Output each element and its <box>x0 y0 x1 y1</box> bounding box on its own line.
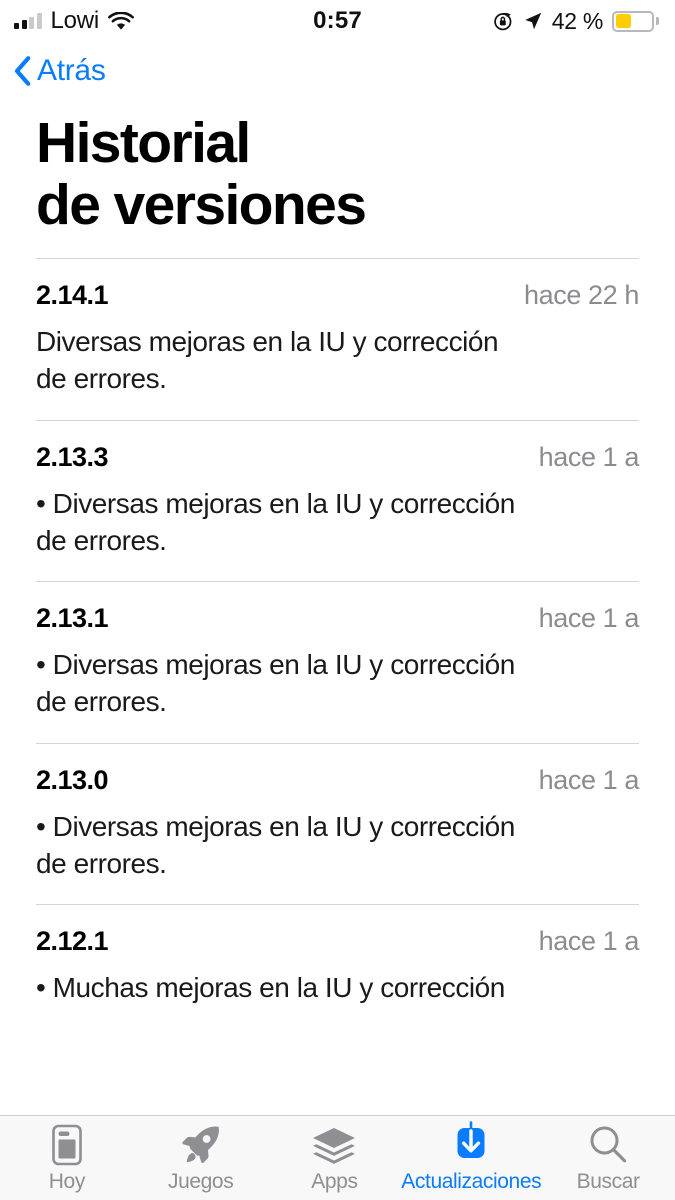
version-number: 2.14.1 <box>36 280 109 311</box>
rocket-icon <box>178 1123 224 1167</box>
battery-percent-label: 42 % <box>551 7 604 34</box>
version-history-scroll[interactable]: Historial de versiones 2.14.1 hace 22 h … <box>0 100 675 1115</box>
tab-label-juegos: Juegos <box>167 1170 234 1193</box>
status-bar-clock: 0:57 <box>313 7 362 34</box>
version-notes: • Muchas mejoras en la IU y corrección <box>36 971 505 1003</box>
version-timestamp: hace 1 a <box>538 925 640 956</box>
version-entry: 2.13.3 hace 1 a • Diversas mejoras en la… <box>36 421 639 581</box>
version-number: 2.13.1 <box>36 603 109 634</box>
wifi-icon <box>108 11 134 30</box>
tab-actualizaciones[interactable]: Actualizaciones <box>401 1116 542 1193</box>
search-icon <box>585 1123 631 1167</box>
version-number: 2.12.1 <box>36 925 109 956</box>
page-title: Historial de versiones <box>36 100 639 258</box>
battery-fill <box>615 14 631 28</box>
version-entry: 2.13.0 hace 1 a • Diversas mejoras en la… <box>36 744 639 904</box>
version-entry-header: 2.14.1 hace 22 h <box>36 280 639 311</box>
layers-stack-icon <box>310 1123 358 1167</box>
tab-apps[interactable]: Apps <box>268 1116 402 1192</box>
version-timestamp: hace 1 a <box>538 441 640 472</box>
battery-icon <box>612 10 659 32</box>
version-entry-header: 2.13.0 hace 1 a <box>36 765 639 796</box>
cellular-signal-icon <box>14 13 42 29</box>
tab-buscar[interactable]: Buscar <box>541 1116 675 1192</box>
navigation-bar: Atrás <box>0 42 675 100</box>
version-notes: Diversas mejoras en la IU y corrección d… <box>36 326 499 395</box>
status-bar: Lowi 0:57 42 % <box>0 0 675 42</box>
tab-hoy[interactable]: Hoy <box>0 1116 134 1192</box>
page-title-line-2: de versiones <box>36 172 367 237</box>
version-number: 2.13.0 <box>36 764 109 795</box>
version-entry: 2.12.1 hace 1 a • Muchas mejoras en la I… <box>36 905 639 1028</box>
version-timestamp: hace 1 a <box>538 764 640 795</box>
back-button-label: Atrás <box>37 54 106 87</box>
location-arrow-icon <box>524 12 541 30</box>
download-arrow-icon <box>448 1121 494 1167</box>
version-entry-header: 2.13.1 hace 1 a <box>36 603 639 634</box>
status-bar-left: Lowi <box>14 7 134 35</box>
version-timestamp: hace 1 a <box>538 603 640 634</box>
version-notes: • Diversas mejoras en la IU y corrección… <box>36 487 515 556</box>
carrier-label: Lowi <box>50 7 100 34</box>
version-timestamp: hace 22 h <box>524 280 639 311</box>
page-title-line-1: Historial <box>36 111 251 175</box>
tab-label-buscar: Buscar <box>576 1170 640 1193</box>
version-entry: 2.14.1 hace 22 h Diversas mejoras en la … <box>36 259 639 419</box>
app-screen: Lowi 0:57 42 % Atrás Historial de versio… <box>0 0 675 1200</box>
tab-label-actualizaciones: Actualizaciones <box>401 1170 542 1193</box>
rotation-lock-icon <box>494 12 512 30</box>
version-entry-header: 2.12.1 hace 1 a <box>36 926 639 957</box>
tab-label-apps: Apps <box>311 1170 358 1193</box>
status-bar-right: 42 % <box>493 8 659 35</box>
version-number: 2.13.3 <box>36 441 109 472</box>
version-entry: 2.13.1 hace 1 a • Diversas mejoras en la… <box>36 582 639 742</box>
chevron-left-icon <box>14 56 31 86</box>
tab-juegos[interactable]: Juegos <box>134 1116 268 1192</box>
version-notes: • Diversas mejoras en la IU y corrección… <box>36 649 515 718</box>
version-notes: • Diversas mejoras en la IU y corrección… <box>36 810 515 879</box>
tab-bar: Hoy Juegos Apps Actualizaciones Buscar <box>0 1115 675 1200</box>
version-entry-header: 2.13.3 hace 1 a <box>36 442 639 473</box>
today-card-icon <box>47 1123 87 1167</box>
back-button[interactable]: Atrás <box>14 54 106 88</box>
tab-label-hoy: Hoy <box>48 1170 86 1193</box>
